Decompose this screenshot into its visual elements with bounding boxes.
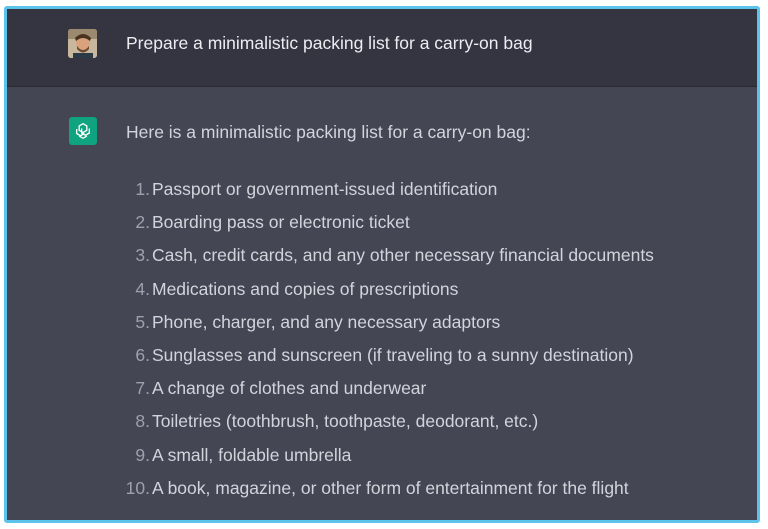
- chat-screenshot-frame: Prepare a minimalistic packing list for …: [4, 6, 760, 523]
- list-item: 2. Boarding pass or electronic ticket: [7, 209, 757, 242]
- list-item-text: Toiletries (toothbrush, toothpaste, deod…: [152, 411, 539, 432]
- list-item: 1. Passport or government-issued identif…: [7, 176, 757, 209]
- packing-list: 1. Passport or government-issued identif…: [7, 176, 757, 508]
- list-item-text: A change of clothes and underwear: [152, 378, 427, 399]
- list-item-text: Medications and copies of prescriptions: [152, 278, 459, 299]
- list-item-number: 8.: [135, 411, 150, 432]
- list-item-number: 2.: [135, 212, 150, 233]
- list-item: 7. A change of clothes and underwear: [7, 375, 757, 408]
- list-item: 4. Medications and copies of prescriptio…: [7, 276, 757, 309]
- user-avatar: [68, 29, 97, 58]
- list-item-number: 6.: [135, 344, 150, 365]
- list-item-text: Sunglasses and sunscreen (if traveling t…: [152, 344, 634, 365]
- list-item-number: 5.: [135, 311, 150, 332]
- list-item: 6. Sunglasses and sunscreen (if travelin…: [7, 342, 757, 375]
- assistant-intro-text: Here is a minimalistic packing list for …: [126, 122, 531, 142]
- list-item-number: 10.: [125, 477, 150, 498]
- list-item: 5. Phone, charger, and any necessary ada…: [7, 309, 757, 342]
- user-message-row: Prepare a minimalistic packing list for …: [7, 9, 757, 87]
- list-item: 9. A small, foldable umbrella: [7, 442, 757, 475]
- list-item-number: 7.: [135, 378, 150, 399]
- list-item-text: Cash, credit cards, and any other necess…: [152, 245, 654, 266]
- list-item-text: A book, magazine, or other form of enter…: [152, 477, 629, 498]
- list-item: 8. Toiletries (toothbrush, toothpaste, d…: [7, 408, 757, 441]
- list-item-number: 1.: [135, 179, 150, 199]
- list-item-text: Boarding pass or electronic ticket: [152, 212, 410, 233]
- list-item-number: 3.: [135, 245, 150, 266]
- chatgpt-logo-icon: [76, 123, 91, 139]
- chatgpt-avatar: [69, 117, 97, 145]
- list-item: 10. A book, magazine, or other form of e…: [7, 475, 757, 508]
- list-item-text: Passport or government-issued identifica…: [152, 179, 498, 199]
- user-avatar-photo-icon: [68, 29, 97, 58]
- list-item-number: 4.: [135, 278, 150, 299]
- list-item-number: 9.: [135, 444, 150, 465]
- list-item-text: Phone, charger, and any necessary adapto…: [152, 311, 501, 332]
- user-message-text: Prepare a minimalistic packing list for …: [126, 33, 533, 53]
- list-item: 3. Cash, credit cards, and any other nec…: [7, 242, 757, 275]
- list-item-text: A small, foldable umbrella: [152, 444, 352, 465]
